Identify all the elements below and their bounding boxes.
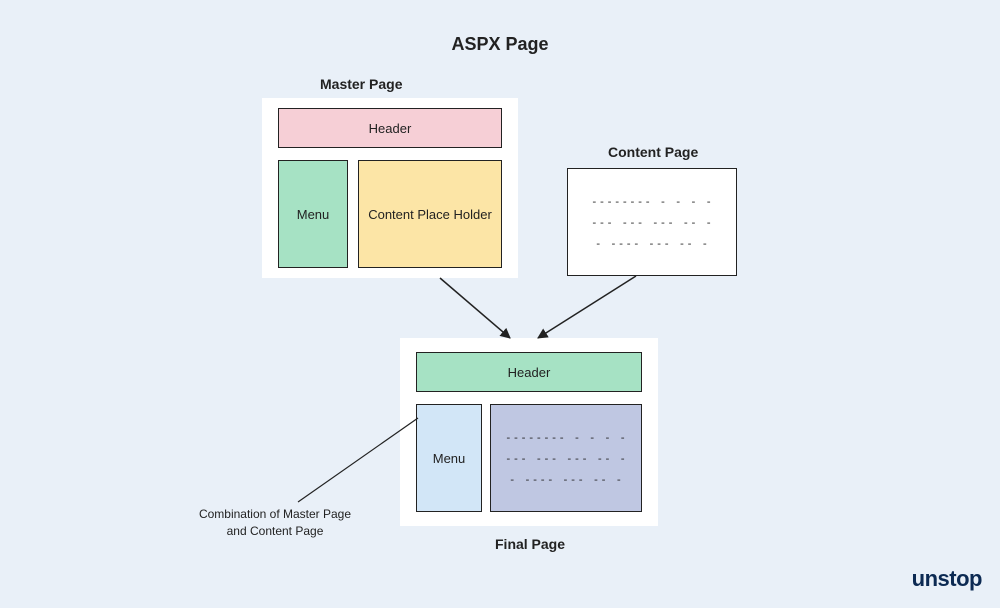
final-line: --- --- --- -- - xyxy=(505,452,627,465)
content-page-label: Content Page xyxy=(608,144,698,160)
final-menu-box: Menu xyxy=(416,404,482,512)
diagram-title: ASPX Page xyxy=(0,34,1000,55)
master-page-label: Master Page xyxy=(320,76,402,92)
master-content-placeholder-box: Content Place Holder xyxy=(358,160,502,268)
content-line: -------- - - - - xyxy=(591,195,713,208)
final-page-label: Final Page xyxy=(495,536,565,552)
content-page-panel: -------- - - - - --- --- --- -- - - ----… xyxy=(567,168,737,276)
logo-text: unstop xyxy=(912,566,982,591)
final-line: - ---- --- -- - xyxy=(509,473,623,486)
final-header-box: Header xyxy=(416,352,642,392)
master-page-panel: Header Menu Content Place Holder xyxy=(262,98,518,278)
content-line: - ---- --- -- - xyxy=(595,237,709,250)
arrow-content-to-final xyxy=(538,276,636,338)
unstop-logo: ununstop xyxy=(912,566,982,592)
content-lines: -------- - - - - --- --- --- -- - - ----… xyxy=(568,169,736,275)
final-line: -------- - - - - xyxy=(505,431,627,444)
final-content-box: -------- - - - - --- --- --- -- - - ----… xyxy=(490,404,642,512)
final-content-lines: -------- - - - - --- --- --- -- - - ----… xyxy=(491,405,641,511)
content-line: --- --- --- -- - xyxy=(591,216,713,229)
master-menu-box: Menu xyxy=(278,160,348,268)
master-header-box: Header xyxy=(278,108,502,148)
arrow-master-to-final xyxy=(440,278,510,338)
final-page-panel: Header Menu -------- - - - - --- --- ---… xyxy=(400,338,658,526)
annotation-caption: Combination of Master Page and Content P… xyxy=(175,506,375,540)
